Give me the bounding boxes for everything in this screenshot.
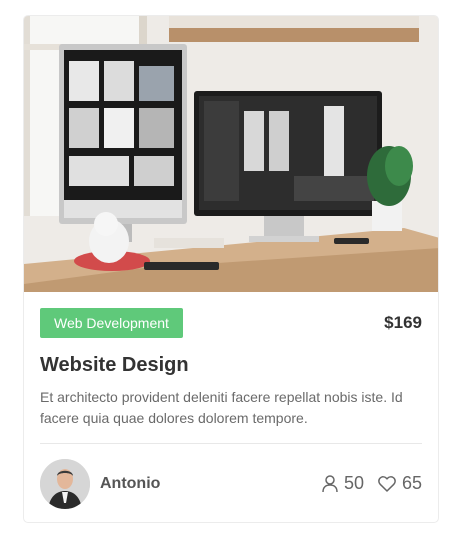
students-stat: 50: [322, 473, 364, 494]
course-description: Et architecto provident deleniti facere …: [40, 389, 403, 426]
likes-stat[interactable]: 65: [378, 473, 422, 494]
course-image-illustration: [24, 16, 438, 292]
course-stats: 50 65: [308, 473, 422, 494]
course-card-footer: Antonio 50 65: [40, 459, 422, 509]
course-image[interactable]: [24, 16, 438, 292]
course-title[interactable]: Website Design: [40, 354, 422, 377]
author-avatar[interactable]: [40, 459, 90, 509]
heart-icon: [378, 475, 396, 492]
course-card: Web Development $169 Website Design Et a…: [23, 15, 439, 523]
course-meta-row: Web Development $169: [40, 308, 422, 338]
category-badge[interactable]: Web Development: [40, 308, 183, 338]
author-name[interactable]: Antonio: [100, 475, 160, 493]
divider: [40, 443, 422, 444]
course-price: $169: [384, 313, 422, 332]
likes-count: 65: [401, 473, 422, 493]
person-photo-icon: [40, 459, 90, 509]
course-card-body: Web Development $169 Website Design Et a…: [40, 308, 422, 429]
user-icon: [322, 474, 338, 492]
students-count: 50: [343, 473, 364, 493]
